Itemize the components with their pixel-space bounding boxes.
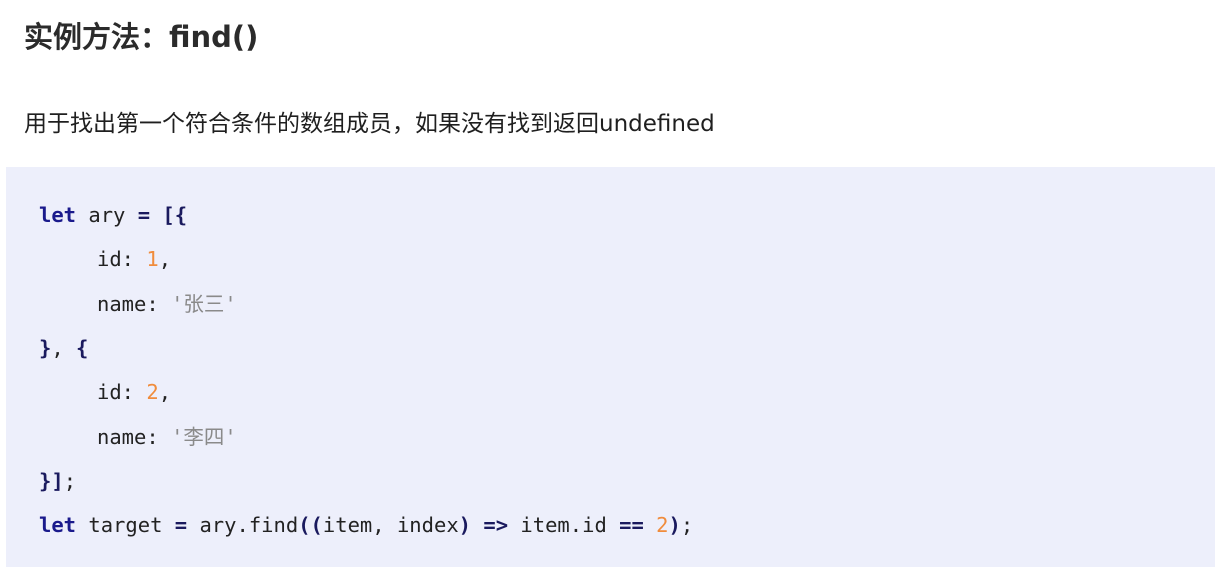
operator: = [{ (137, 203, 188, 227)
number-literal: 2 (146, 380, 159, 404)
code-line-2: id: 1, (39, 246, 171, 272)
code-block: let ary = [{ id: 1, name: '张三' }, { id: … (6, 167, 1215, 567)
operator: ) (668, 513, 681, 537)
code-line-6: name: '李四' (39, 424, 237, 450)
identifier: item.id (508, 513, 620, 537)
property-key: id: (97, 380, 147, 404)
punctuation: ; (63, 469, 77, 493)
keyword-let: let (39, 513, 77, 537)
code-line-8: let target = ary.find((item, index) => i… (39, 512, 693, 538)
punctuation: , (51, 336, 77, 360)
description-text: 用于找出第一个符合条件的数组成员，如果没有找到返回undefined (24, 111, 715, 137)
code-line-7: }]; (39, 468, 76, 494)
property-key: name: (97, 425, 172, 449)
punctuation: , (158, 380, 172, 404)
identifier: target (76, 513, 175, 537)
identifier: ary (76, 203, 138, 227)
string-literal: '张三' (171, 292, 237, 316)
string-literal: '李四' (171, 425, 237, 449)
operator: == (619, 513, 644, 537)
operator: ) (458, 513, 472, 537)
code-line-3: name: '张三' (39, 291, 237, 317)
punctuation: , (158, 247, 172, 271)
identifier: item, index (322, 513, 459, 537)
operator: } (39, 336, 52, 360)
code-line-5: id: 2, (39, 379, 171, 405)
operator: = (174, 513, 188, 537)
property-key: id: (97, 247, 147, 271)
code-line-1: let ary = [{ (39, 202, 187, 228)
number-literal: 2 (656, 513, 669, 537)
punctuation: ; (680, 513, 694, 537)
operator: (( (298, 513, 323, 537)
number-literal: 1 (146, 247, 159, 271)
code-line-4: }, { (39, 335, 88, 361)
keyword-let: let (39, 203, 77, 227)
page-title: 实例方法：find() (24, 20, 259, 54)
operator: => (483, 513, 509, 537)
operator: }] (39, 469, 64, 493)
property-key: name: (97, 292, 172, 316)
operator: { (76, 336, 89, 360)
identifier: ary.find (187, 513, 299, 537)
